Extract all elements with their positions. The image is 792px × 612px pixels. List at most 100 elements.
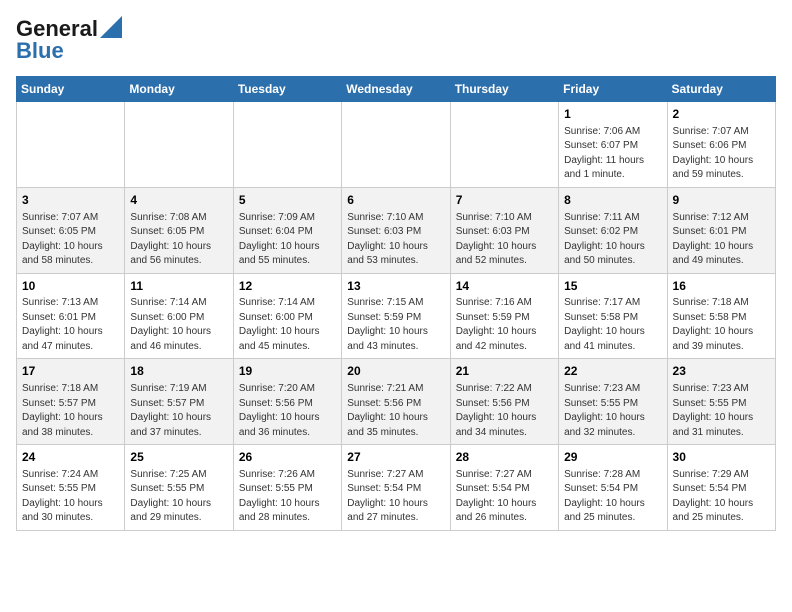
day-number: 17: [22, 363, 119, 380]
day-info: Sunrise: 7:29 AM Sunset: 5:54 PM Dayligh…: [673, 468, 770, 526]
day-info: Sunrise: 7:27 AM Sunset: 5:54 PM Dayligh…: [456, 468, 553, 526]
day-info: Sunrise: 7:15 AM Sunset: 5:59 PM Dayligh…: [347, 296, 444, 354]
day-number: 27: [347, 449, 444, 466]
calendar-cell: 30 Sunrise: 7:29 AM Sunset: 5:54 PM Dayli…: [667, 445, 775, 531]
calendar-cell: 27 Sunrise: 7:27 AM Sunset: 5:54 PM Dayli…: [342, 445, 450, 531]
day-info: Sunrise: 7:10 AM Sunset: 6:03 PM Dayligh…: [347, 211, 444, 269]
day-info: Sunrise: 7:07 AM Sunset: 6:06 PM Dayligh…: [673, 125, 770, 183]
calendar-cell: 24 Sunrise: 7:24 AM Sunset: 5:55 PM Dayli…: [17, 445, 125, 531]
day-number: 5: [239, 192, 336, 209]
calendar-cell: 12Sunrise: 7:14 AM Sunset: 6:00 PM Dayli…: [233, 273, 341, 359]
calendar-cell: 13Sunrise: 7:15 AM Sunset: 5:59 PM Dayli…: [342, 273, 450, 359]
calendar-cell: 9 Sunrise: 7:12 AM Sunset: 6:01 PM Daylig…: [667, 187, 775, 273]
day-info: Sunrise: 7:27 AM Sunset: 5:54 PM Dayligh…: [347, 468, 444, 526]
day-info: Sunrise: 7:07 AM Sunset: 6:05 PM Dayligh…: [22, 211, 119, 269]
calendar-week-1: 1 Sunrise: 7:06 AM Sunset: 6:07 PM Daylig…: [17, 102, 776, 188]
day-number: 20: [347, 363, 444, 380]
day-info: Sunrise: 7:24 AM Sunset: 5:55 PM Dayligh…: [22, 468, 119, 526]
day-info: Sunrise: 7:13 AM Sunset: 6:01 PM Dayligh…: [22, 296, 119, 354]
logo-triangle-icon: [100, 16, 122, 38]
day-info: Sunrise: 7:11 AM Sunset: 6:02 PM Dayligh…: [564, 211, 661, 269]
calendar-cell: 29 Sunrise: 7:28 AM Sunset: 5:54 PM Dayli…: [559, 445, 667, 531]
day-number: 13: [347, 278, 444, 295]
day-info: Sunrise: 7:23 AM Sunset: 5:55 PM Dayligh…: [673, 382, 770, 440]
day-info: Sunrise: 7:10 AM Sunset: 6:03 PM Dayligh…: [456, 211, 553, 269]
day-number: 18: [130, 363, 227, 380]
day-number: 29: [564, 449, 661, 466]
weekday-header-tuesday: Tuesday: [233, 77, 341, 102]
day-info: Sunrise: 7:18 AM Sunset: 5:57 PM Dayligh…: [22, 382, 119, 440]
calendar-week-2: 3 Sunrise: 7:07 AM Sunset: 6:05 PM Daylig…: [17, 187, 776, 273]
calendar-cell: 2Sunrise: 7:07 AM Sunset: 6:06 PM Daylig…: [667, 102, 775, 188]
page-header: General Blue: [16, 16, 776, 64]
calendar-cell: 7Sunrise: 7:10 AM Sunset: 6:03 PM Daylig…: [450, 187, 558, 273]
calendar-cell: 17 Sunrise: 7:18 AM Sunset: 5:57 PM Dayli…: [17, 359, 125, 445]
calendar-cell: 19 Sunrise: 7:20 AM Sunset: 5:56 PM Dayli…: [233, 359, 341, 445]
logo: General Blue: [16, 16, 122, 64]
calendar-cell: 3 Sunrise: 7:07 AM Sunset: 6:05 PM Daylig…: [17, 187, 125, 273]
calendar-cell: 5 Sunrise: 7:09 AM Sunset: 6:04 PM Daylig…: [233, 187, 341, 273]
day-number: 4: [130, 192, 227, 209]
calendar-cell: 20Sunrise: 7:21 AM Sunset: 5:56 PM Dayli…: [342, 359, 450, 445]
day-info: Sunrise: 7:22 AM Sunset: 5:56 PM Dayligh…: [456, 382, 553, 440]
day-info: Sunrise: 7:14 AM Sunset: 6:00 PM Dayligh…: [239, 296, 336, 354]
calendar-cell: 11Sunrise: 7:14 AM Sunset: 6:00 PM Dayli…: [125, 273, 233, 359]
day-info: Sunrise: 7:06 AM Sunset: 6:07 PM Dayligh…: [564, 125, 661, 183]
weekday-header-thursday: Thursday: [450, 77, 558, 102]
day-number: 16: [673, 278, 770, 295]
day-number: 1: [564, 106, 661, 123]
day-number: 19: [239, 363, 336, 380]
calendar-cell: 22 Sunrise: 7:23 AM Sunset: 5:55 PM Dayli…: [559, 359, 667, 445]
calendar-cell: 18Sunrise: 7:19 AM Sunset: 5:57 PM Dayli…: [125, 359, 233, 445]
day-number: 6: [347, 192, 444, 209]
day-number: 15: [564, 278, 661, 295]
weekday-header-sunday: Sunday: [17, 77, 125, 102]
calendar-cell: 8 Sunrise: 7:11 AM Sunset: 6:02 PM Daylig…: [559, 187, 667, 273]
calendar-cell: [125, 102, 233, 188]
calendar-cell: 23 Sunrise: 7:23 AM Sunset: 5:55 PM Dayli…: [667, 359, 775, 445]
calendar-cell: 1 Sunrise: 7:06 AM Sunset: 6:07 PM Daylig…: [559, 102, 667, 188]
weekday-header-row: SundayMondayTuesdayWednesdayThursdayFrid…: [17, 77, 776, 102]
day-info: Sunrise: 7:12 AM Sunset: 6:01 PM Dayligh…: [673, 211, 770, 269]
weekday-header-wednesday: Wednesday: [342, 77, 450, 102]
day-info: Sunrise: 7:18 AM Sunset: 5:58 PM Dayligh…: [673, 296, 770, 354]
day-number: 8: [564, 192, 661, 209]
calendar-cell: 10Sunrise: 7:13 AM Sunset: 6:01 PM Dayli…: [17, 273, 125, 359]
day-number: 30: [673, 449, 770, 466]
calendar-cell: 28 Sunrise: 7:27 AM Sunset: 5:54 PM Dayli…: [450, 445, 558, 531]
day-number: 9: [673, 192, 770, 209]
day-info: Sunrise: 7:20 AM Sunset: 5:56 PM Dayligh…: [239, 382, 336, 440]
day-number: 28: [456, 449, 553, 466]
day-info: Sunrise: 7:09 AM Sunset: 6:04 PM Dayligh…: [239, 211, 336, 269]
day-number: 23: [673, 363, 770, 380]
day-info: Sunrise: 7:23 AM Sunset: 5:55 PM Dayligh…: [564, 382, 661, 440]
logo-blue: Blue: [16, 38, 64, 64]
day-number: 24: [22, 449, 119, 466]
calendar-cell: [17, 102, 125, 188]
day-number: 12: [239, 278, 336, 295]
calendar-cell: 15Sunrise: 7:17 AM Sunset: 5:58 PM Dayli…: [559, 273, 667, 359]
calendar-cell: 16Sunrise: 7:18 AM Sunset: 5:58 PM Dayli…: [667, 273, 775, 359]
weekday-header-saturday: Saturday: [667, 77, 775, 102]
day-info: Sunrise: 7:28 AM Sunset: 5:54 PM Dayligh…: [564, 468, 661, 526]
day-number: 3: [22, 192, 119, 209]
day-info: Sunrise: 7:16 AM Sunset: 5:59 PM Dayligh…: [456, 296, 553, 354]
calendar-cell: 4Sunrise: 7:08 AM Sunset: 6:05 PM Daylig…: [125, 187, 233, 273]
calendar-cell: 14Sunrise: 7:16 AM Sunset: 5:59 PM Dayli…: [450, 273, 558, 359]
calendar-week-3: 10Sunrise: 7:13 AM Sunset: 6:01 PM Dayli…: [17, 273, 776, 359]
weekday-header-friday: Friday: [559, 77, 667, 102]
day-number: 10: [22, 278, 119, 295]
calendar-table: SundayMondayTuesdayWednesdayThursdayFrid…: [16, 76, 776, 531]
day-number: 21: [456, 363, 553, 380]
calendar-cell: [342, 102, 450, 188]
calendar-cell: 21 Sunrise: 7:22 AM Sunset: 5:56 PM Dayli…: [450, 359, 558, 445]
weekday-header-monday: Monday: [125, 77, 233, 102]
day-number: 22: [564, 363, 661, 380]
day-info: Sunrise: 7:17 AM Sunset: 5:58 PM Dayligh…: [564, 296, 661, 354]
day-number: 25: [130, 449, 227, 466]
calendar-cell: 25 Sunrise: 7:25 AM Sunset: 5:55 PM Dayli…: [125, 445, 233, 531]
calendar-cell: [450, 102, 558, 188]
day-info: Sunrise: 7:25 AM Sunset: 5:55 PM Dayligh…: [130, 468, 227, 526]
day-number: 11: [130, 278, 227, 295]
day-number: 14: [456, 278, 553, 295]
